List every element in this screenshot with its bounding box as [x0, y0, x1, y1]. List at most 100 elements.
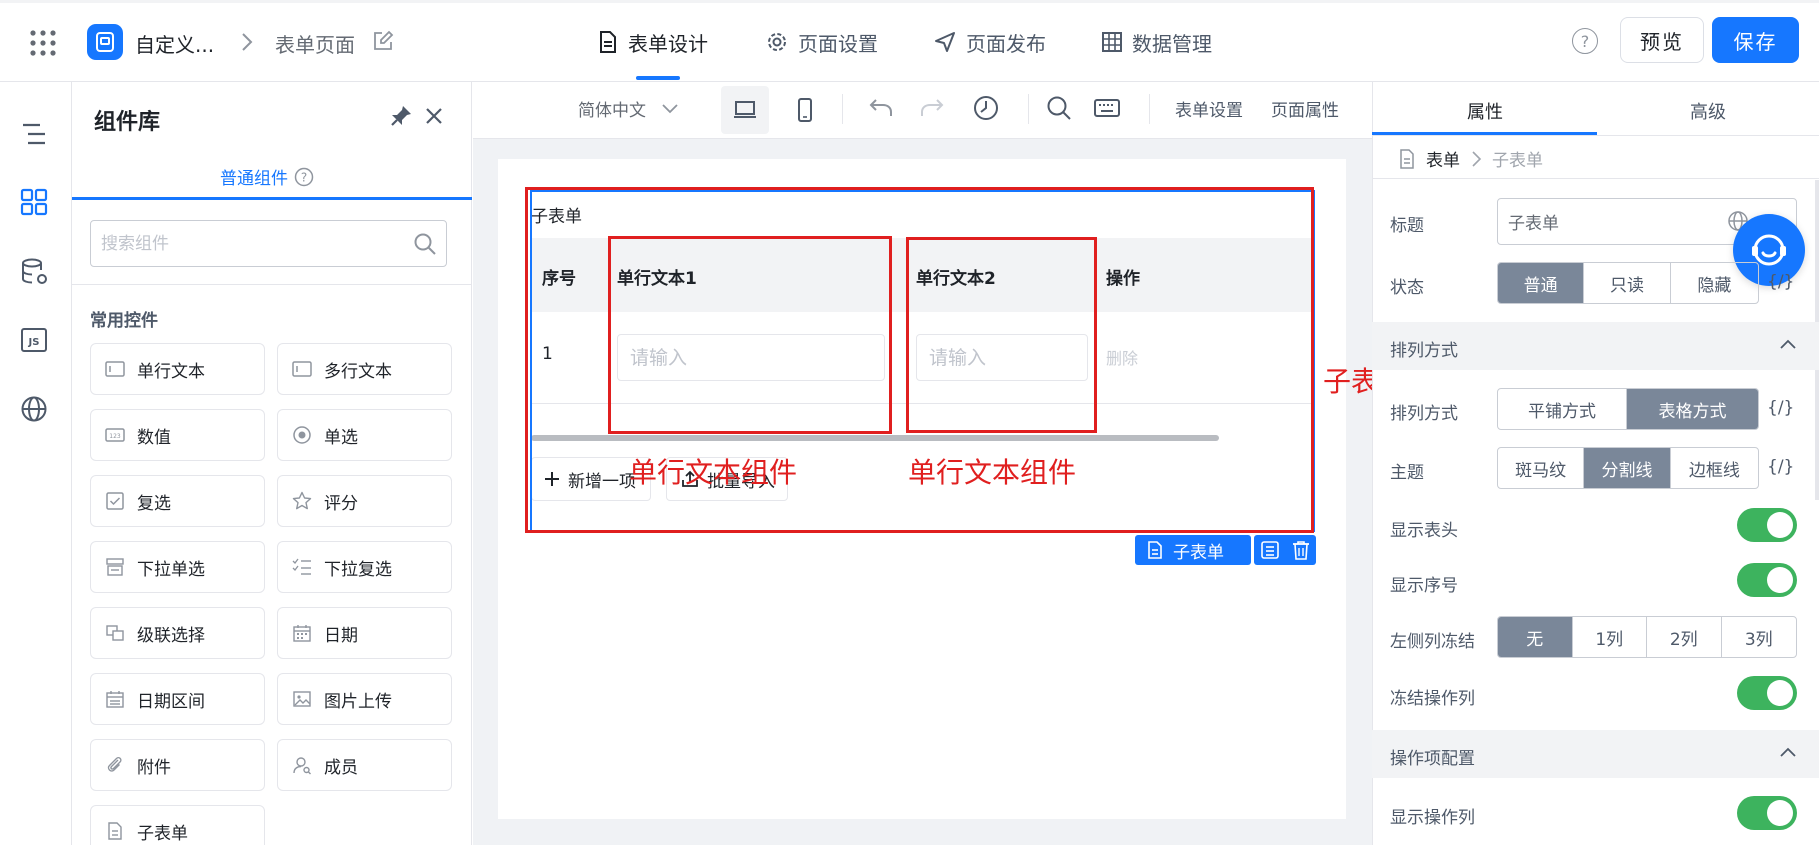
freeze-option-2[interactable]: 2列: [1647, 617, 1722, 657]
component-attachment[interactable]: 附件: [90, 739, 265, 791]
freeze-option-none[interactable]: 无: [1498, 617, 1573, 657]
tab-page-publish[interactable]: 页面发布: [934, 28, 1046, 56]
component-dropdown-multi[interactable]: 下拉复选: [277, 541, 452, 593]
arrange-expression-button[interactable]: {/}: [1767, 398, 1794, 418]
annotation-label-text2: 单行文本组件: [908, 456, 1077, 489]
theme-segmented-control: 斑马纹 分割线 边框线: [1497, 447, 1759, 489]
component-dropdown-single[interactable]: 下拉单选: [90, 541, 265, 593]
tab-label: 页面设置: [798, 31, 878, 56]
toolbar-separator: [842, 94, 843, 124]
close-icon[interactable]: [424, 106, 444, 126]
top-strip: [0, 0, 1819, 3]
status-expression-button[interactable]: {/}: [1767, 272, 1794, 292]
tab-common-components[interactable]: 普通组件 ?: [220, 164, 314, 189]
title-label: 标题: [1390, 216, 1424, 236]
apps-grid-icon[interactable]: [30, 30, 56, 56]
mobile-view-button[interactable]: [781, 86, 829, 134]
app-name[interactable]: 自定义...: [135, 29, 214, 58]
multi-line-text-icon: [292, 361, 312, 377]
show-index-toggle[interactable]: [1737, 563, 1797, 597]
component-cascade[interactable]: 级联选择: [90, 607, 265, 659]
component-rating[interactable]: 评分: [277, 475, 452, 527]
form-settings-link[interactable]: 表单设置: [1175, 96, 1243, 121]
component-library-icon[interactable]: [20, 188, 48, 216]
tab-label: 普通组件: [220, 169, 288, 189]
chevron-up-icon[interactable]: [1779, 746, 1797, 758]
trash-icon[interactable]: [1292, 540, 1310, 560]
theme-expression-button[interactable]: {/}: [1767, 457, 1794, 477]
document-icon: [600, 31, 616, 53]
page-properties-link[interactable]: 页面属性: [1271, 96, 1339, 121]
help-icon[interactable]: ?: [1572, 28, 1598, 54]
theme-option-border[interactable]: 边框线: [1671, 448, 1758, 488]
tab-label: 页面发布: [966, 31, 1046, 56]
show-index-label: 显示序号: [1390, 576, 1458, 596]
selected-component-tag[interactable]: 子表单: [1135, 535, 1251, 565]
pin-icon[interactable]: [389, 104, 413, 128]
number-icon: 123: [105, 428, 125, 442]
history-clock-icon[interactable]: [973, 95, 999, 121]
subform-icon: [108, 822, 122, 840]
copy-icon[interactable]: [1260, 540, 1280, 560]
component-multi-line-text[interactable]: 多行文本: [277, 343, 452, 395]
freeze-action-label: 冻结操作列: [1390, 689, 1475, 709]
redo-icon[interactable]: [919, 97, 945, 119]
tab-properties[interactable]: 属性: [1467, 98, 1503, 124]
save-button[interactable]: 保存: [1712, 17, 1799, 63]
undo-icon[interactable]: [868, 97, 894, 119]
component-image-upload[interactable]: 图片上传: [277, 673, 452, 725]
page-name[interactable]: 表单页面: [275, 29, 355, 58]
status-option-hidden[interactable]: 隐藏: [1671, 263, 1758, 303]
status-option-readonly[interactable]: 只读: [1584, 263, 1671, 303]
outline-tree-icon[interactable]: [20, 120, 48, 148]
keyboard-icon[interactable]: [1094, 98, 1120, 118]
arrange-option-tile[interactable]: 平铺方式: [1498, 389, 1628, 429]
toolbar-separator: [1149, 94, 1150, 124]
zoom-search-icon[interactable]: [1046, 95, 1072, 121]
theme-option-divider[interactable]: 分割线: [1584, 448, 1671, 488]
top-bar: [0, 0, 1819, 82]
globe-icon[interactable]: [20, 395, 48, 423]
freeze-action-toggle[interactable]: [1737, 676, 1797, 710]
component-date-range[interactable]: 日期区间: [90, 673, 265, 725]
annotation-label-text1: 单行文本组件: [629, 456, 798, 489]
tab-advanced[interactable]: 高级: [1690, 98, 1726, 124]
annotation-box-text2: [906, 237, 1097, 433]
language-select[interactable]: 简体中文: [578, 96, 678, 121]
app-logo-icon: [96, 32, 114, 52]
preview-button[interactable]: 预览: [1620, 17, 1704, 63]
component-radio[interactable]: 单选: [277, 409, 452, 461]
component-number[interactable]: 123 数值: [90, 409, 265, 461]
component-label: 评分: [324, 493, 358, 514]
edit-icon[interactable]: [372, 30, 394, 52]
tab-data-management[interactable]: 数据管理: [1102, 28, 1212, 56]
breadcrumb-divider: [1372, 178, 1819, 179]
freeze-option-3[interactable]: 3列: [1722, 617, 1797, 657]
component-checkbox[interactable]: 复选: [90, 475, 265, 527]
single-line-text-icon: [105, 361, 125, 377]
desktop-view-button[interactable]: [721, 86, 769, 134]
component-member[interactable]: 成员: [277, 739, 452, 791]
theme-option-zebra[interactable]: 斑马纹: [1498, 448, 1585, 488]
chevron-up-icon[interactable]: [1779, 338, 1797, 350]
data-source-icon[interactable]: [20, 257, 50, 287]
freeze-option-1[interactable]: 1列: [1573, 617, 1647, 657]
show-action-toggle[interactable]: [1737, 796, 1797, 830]
status-option-normal[interactable]: 普通: [1498, 263, 1585, 303]
tab-page-settings[interactable]: 页面设置: [766, 28, 878, 56]
freeze-left-label: 左侧列冻结: [1390, 632, 1475, 652]
tab-form-design[interactable]: 表单设计: [598, 28, 708, 56]
arrange-option-table[interactable]: 表格方式: [1627, 389, 1758, 429]
status-label: 状态: [1390, 278, 1424, 298]
breadcrumb-root[interactable]: 表单: [1426, 146, 1460, 171]
search-icon[interactable]: [413, 232, 437, 256]
js-code-icon[interactable]: JS: [20, 327, 48, 353]
properties-tab-divider: [1372, 135, 1819, 136]
component-search-input[interactable]: [90, 220, 447, 267]
component-single-line-text[interactable]: 单行文本: [90, 343, 265, 395]
component-label: 成员: [324, 757, 358, 778]
show-header-toggle[interactable]: [1737, 508, 1797, 542]
component-subform[interactable]: 子表单: [90, 805, 265, 845]
tab-label: 数据管理: [1132, 31, 1212, 56]
component-date[interactable]: 日期: [277, 607, 452, 659]
